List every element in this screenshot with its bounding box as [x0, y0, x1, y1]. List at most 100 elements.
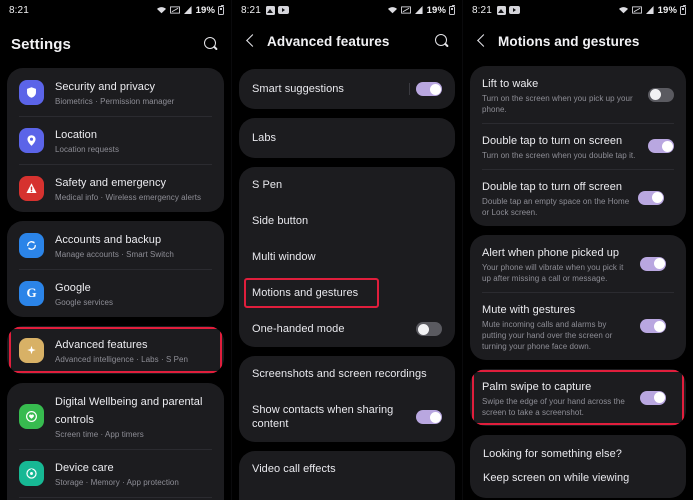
battery-icon [449, 4, 455, 15]
sync-icon [19, 232, 44, 258]
row-subtitle: Manage accounts · Smart Switch [55, 250, 174, 259]
alert-icon [19, 175, 44, 201]
list-item-screenshots-and-screen-recordings[interactable]: Screenshots and screen recordings [239, 356, 455, 392]
row-title: Safety and emergency [55, 177, 167, 189]
devicecare-icon [19, 460, 44, 486]
row-title: Alert when phone picked up [482, 247, 620, 259]
battery-percent: 19% [657, 4, 677, 16]
divider [19, 497, 212, 498]
status-right-icons: 19% [387, 4, 455, 16]
divider [482, 123, 674, 124]
toggle-smart-suggestions[interactable] [409, 82, 442, 96]
back-arrow-icon[interactable] [474, 31, 492, 51]
status-bar: 8:21 19% [0, 0, 231, 20]
sidebar-item-accounts-and-backup[interactable]: Accounts and backup Manage accounts · Sm… [7, 221, 224, 269]
row-title: Mute with gestures [482, 304, 576, 316]
search-icon[interactable] [433, 32, 451, 50]
toggle-one-handed-mode[interactable] [416, 322, 442, 336]
wifi-icon [156, 7, 166, 14]
list-item-show-contacts-when-sharing[interactable]: Show contacts when sharing content [239, 392, 455, 442]
motions-header: Motions and gestures [463, 20, 693, 62]
settings-group: Labs [239, 118, 455, 158]
divider [482, 292, 674, 293]
list-item-multi-window[interactable]: Multi window [239, 239, 455, 275]
pin-icon [19, 127, 44, 153]
row-title: One-handed mode [252, 323, 345, 335]
settings-group: Security and privacy Biometrics · Permis… [7, 68, 224, 212]
motions-list: Lift to wake Turn on the screen when you… [463, 66, 693, 498]
advanced-features-list: Smart suggestions Labs S Pen Side button… [232, 69, 462, 500]
list-item-video-call-effects[interactable]: Video call effects [239, 451, 455, 487]
row-text: Double tap to turn off screen Double tap… [482, 177, 630, 218]
list-item-double-tap-off[interactable]: Double tap to turn off screen Double tap… [470, 169, 686, 226]
settings-header: Settings [0, 20, 231, 68]
row-text: Video brightness Normal [252, 496, 442, 500]
list-item-alert-when-picked-up[interactable]: Alert when phone picked up Your phone wi… [470, 235, 686, 292]
row-text: Mute with gestures Mute incoming calls a… [482, 300, 632, 352]
row-text: Alert when phone picked up Your phone wi… [482, 243, 632, 284]
row-title: Digital Wellbeing and parental controls [55, 396, 203, 426]
settings-group: Alert when phone picked up Your phone wi… [470, 235, 686, 360]
row-text: Security and privacy Biometrics · Permis… [55, 77, 212, 107]
shield-icon [19, 79, 44, 105]
toggle-palm-swipe-to-capture[interactable] [640, 390, 666, 405]
settings-group: Video call effects Video brightness Norm… [239, 451, 455, 500]
sidebar-item-location[interactable]: Location Location requests [7, 116, 224, 164]
row-subtitle: Swipe the edge of your hand across the s… [482, 397, 625, 417]
sidebar-item-advanced-features[interactable]: Advanced features Advanced intelligence … [7, 326, 224, 374]
row-subtitle: Screen time · App timers [55, 430, 144, 439]
toggle-double-tap-on[interactable] [648, 139, 674, 153]
toggle-knob [429, 411, 441, 423]
row-subtitle: Double tap an empty space on the Home or… [482, 197, 630, 217]
toggle-mute-with-gestures[interactable] [640, 319, 666, 333]
list-item-lift-to-wake[interactable]: Lift to wake Turn on the screen when you… [470, 66, 686, 123]
list-item-side-button[interactable]: Side button [239, 203, 455, 239]
toggle-alert-when-picked-up[interactable] [640, 256, 666, 271]
row-title: Lift to wake [482, 78, 539, 90]
image-icon [265, 5, 275, 15]
divider [482, 169, 674, 170]
row-title: Google [55, 282, 91, 294]
toggle-lift-to-wake[interactable] [648, 87, 674, 102]
network-icon [400, 6, 411, 14]
toggle-show-contacts[interactable] [416, 410, 442, 424]
battery-icon [218, 4, 224, 15]
list-item-double-tap-on[interactable]: Double tap to turn on screen Turn on the… [470, 123, 686, 169]
row-subtitle: Turn on the screen when you pick up your… [482, 94, 633, 114]
list-item-smart-suggestions[interactable]: Smart suggestions [239, 69, 455, 109]
list-item-mute-with-gestures[interactable]: Mute with gestures Mute incoming calls a… [470, 292, 686, 360]
page-title: Settings [11, 35, 71, 53]
status-bar: 8:21 19% [232, 0, 462, 20]
list-item-palm-swipe-to-capture[interactable]: Palm swipe to capture Swipe the edge of … [470, 369, 686, 426]
settings-group: Screenshots and screen recordings Show c… [239, 356, 455, 442]
sidebar-item-safety-and-emergency[interactable]: Safety and emergency Medical info · Wire… [7, 164, 224, 212]
list-item-one-handed-mode[interactable]: One-handed mode [239, 311, 455, 347]
row-subtitle: Turn on the screen when you double tap i… [482, 151, 636, 160]
list-item-s-pen[interactable]: S Pen [239, 167, 455, 203]
toggle-knob [651, 192, 663, 203]
list-item-video-brightness[interactable]: Video brightness Normal [239, 487, 455, 500]
battery-icon [680, 4, 686, 15]
toggle-double-tap-off[interactable] [638, 190, 664, 205]
sparkle-icon [19, 337, 44, 363]
sidebar-item-device-care[interactable]: Device care Storage · Memory · App prote… [7, 449, 224, 497]
divider [19, 269, 212, 270]
sidebar-item-google[interactable]: G Google Google services [7, 269, 224, 317]
settings-list: Security and privacy Biometrics · Permis… [0, 68, 231, 500]
divider [19, 116, 212, 117]
network-icon [631, 6, 642, 14]
search-icon[interactable] [202, 35, 220, 53]
toggle-knob [429, 83, 441, 95]
list-item-motions-and-gestures[interactable]: Motions and gestures [239, 275, 455, 311]
list-item-keep-screen-on-while-viewing[interactable]: Keep screen on while viewing [470, 466, 686, 498]
settings-group: Accounts and backup Manage accounts · Sm… [7, 221, 224, 317]
sidebar-item-digital-wellbeing[interactable]: Digital Wellbeing and parental controls … [7, 383, 224, 449]
youtube-icon [277, 6, 289, 14]
list-item-labs[interactable]: Labs [239, 118, 455, 158]
divider [19, 164, 212, 165]
back-arrow-icon[interactable] [243, 31, 261, 51]
status-right-icons: 19% [156, 4, 224, 16]
row-text: Digital Wellbeing and parental controls … [55, 392, 212, 440]
sidebar-item-security-and-privacy[interactable]: Security and privacy Biometrics · Permis… [7, 68, 224, 116]
row-title: Double tap to turn off screen [482, 181, 623, 193]
